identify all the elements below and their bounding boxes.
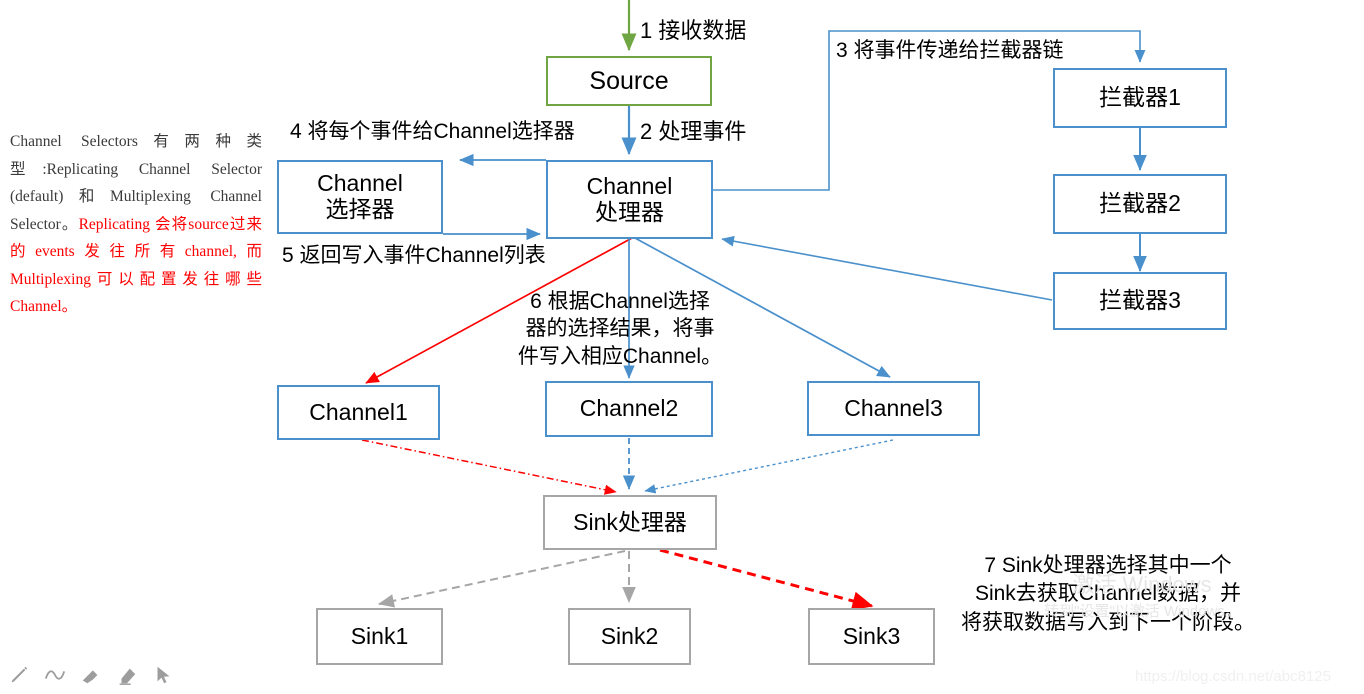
step-6-label: 6 根据Channel选择 器的选择结果，将事 件写入相应Channel。 — [517, 290, 723, 368]
blog-url-watermark: https://blog.csdn.net/abc8125 — [1135, 668, 1331, 685]
cursor-icon[interactable] — [152, 664, 174, 686]
pen-icon[interactable] — [8, 664, 30, 686]
edge-channel1-to-sink-processor — [361, 439, 617, 495]
step-7-label: 7 Sink处理器选择其中一个 Sink去获取Channel数据，并 将获取数据… — [961, 554, 1255, 634]
edge-interceptor3-to-channel-processor — [721, 235, 1053, 301]
step-1-label: 1 接收数据 — [640, 18, 747, 43]
node-interceptor2[interactable]: 拦截器2 — [1053, 174, 1227, 234]
node-interceptor1[interactable]: 拦截器1 — [1053, 68, 1227, 128]
eraser-icon[interactable] — [116, 664, 138, 686]
node-channel2[interactable]: Channel2 — [545, 381, 713, 437]
node-sink1[interactable]: Sink1 — [316, 608, 443, 665]
curve-icon[interactable] — [44, 664, 66, 686]
node-channel1[interactable]: Channel1 — [277, 385, 440, 440]
node-channel-selector[interactable]: Channel 选择器 — [277, 160, 443, 234]
step-5-label: 5 返回写入事件Channel列表 — [282, 244, 546, 267]
edge-sink-processor-to-sink1 — [378, 550, 626, 608]
node-source[interactable]: Source — [546, 56, 712, 106]
edge-channel3-to-sink-processor — [644, 439, 894, 494]
step-3-label: 3 将事件传递给拦截器链 — [836, 39, 1064, 62]
node-sink3[interactable]: Sink3 — [808, 608, 935, 665]
node-sink2[interactable]: Sink2 — [568, 608, 691, 665]
edge-sink-processor-to-sink3 — [659, 548, 874, 611]
node-channel3[interactable]: Channel3 — [807, 381, 980, 436]
node-interceptor3[interactable]: 拦截器3 — [1053, 272, 1227, 330]
highlighter-icon[interactable] — [80, 664, 102, 686]
node-channel-processor[interactable]: Channel 处理器 — [546, 160, 713, 239]
step-4-label: 4 将每个事件给Channel选择器 — [290, 120, 575, 143]
channel-selector-note: Channel Selectors有两种类型:Replicating Chann… — [10, 128, 262, 321]
step-2-label: 2 处理事件 — [640, 119, 747, 144]
diagram-canvas: Source Channel 选择器 Channel 处理器 拦截器1 拦截器2… — [0, 0, 1364, 694]
node-sink-processor[interactable]: Sink处理器 — [543, 495, 717, 550]
pen-toolbar[interactable] — [8, 664, 174, 686]
